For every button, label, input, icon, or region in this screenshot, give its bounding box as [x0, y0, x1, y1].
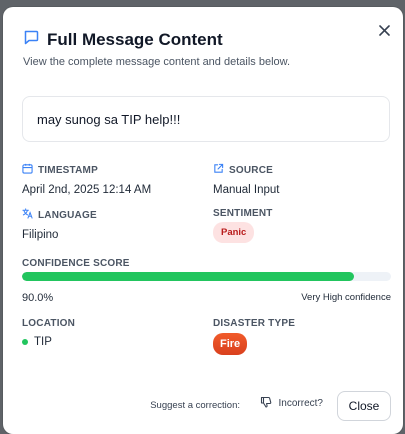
sentiment-badge: Panic: [213, 222, 255, 243]
disaster-type-field: DISASTER TYPE Fire: [213, 318, 295, 355]
message-text: may sunog sa TIP help!!!: [37, 111, 181, 127]
location-field: LOCATION TIP: [22, 318, 75, 348]
message-content-box: may sunog sa TIP help!!!: [22, 96, 390, 142]
confidence-bar: [22, 272, 391, 281]
suggest-correction-label: Suggest a correction:: [150, 400, 240, 411]
language-field: LANGUAGE Filipino: [22, 208, 97, 241]
message-dialog: Full Message Content View the complete m…: [3, 7, 403, 434]
dialog-footer: Suggest a correction: Incorrect? Close: [3, 391, 403, 421]
sentiment-label: SENTIMENT: [213, 208, 273, 219]
external-link-icon: [213, 163, 224, 177]
source-label: SOURCE: [229, 164, 273, 176]
location-label: LOCATION: [22, 318, 76, 329]
disaster-type-label: DISASTER TYPE: [213, 318, 296, 329]
confidence-bar-fill: [22, 272, 355, 281]
source-field: SOURCE Manual Input: [213, 163, 280, 196]
source-value: Manual Input: [213, 184, 280, 196]
language-value: Filipino: [22, 229, 59, 241]
timestamp-label: TIMESTAMP: [38, 164, 98, 176]
close-button[interactable]: Close: [337, 391, 391, 421]
location-value: TIP: [34, 336, 52, 348]
timestamp-field: TIMESTAMP April 2nd, 2025 12:14 AM: [22, 163, 151, 196]
timestamp-value: April 2nd, 2025 12:14 AM: [22, 184, 152, 196]
sentiment-field: SENTIMENT Panic: [213, 208, 273, 243]
incorrect-button[interactable]: Incorrect?: [260, 396, 323, 411]
disaster-type-badge: Fire: [213, 333, 248, 355]
confidence-label: CONFIDENCE SCORE: [22, 258, 130, 269]
close-icon[interactable]: [375, 21, 393, 39]
message-square-icon: [23, 29, 39, 50]
calendar-icon: [22, 163, 33, 177]
location-dot-icon: [22, 339, 28, 345]
dialog-title: Full Message Content: [47, 29, 223, 49]
confidence-value: 90.0%: [22, 292, 54, 304]
confidence-level: Very High confidence: [301, 292, 391, 303]
confidence-field: CONFIDENCE SCORE: [22, 258, 130, 269]
thumbs-down-icon: [260, 396, 272, 411]
language-label: LANGUAGE: [38, 209, 97, 221]
incorrect-label: Incorrect?: [278, 398, 323, 409]
dialog-subtitle: View the complete message content and de…: [23, 56, 291, 68]
dialog-header: Full Message Content: [23, 29, 223, 50]
translate-icon: [22, 208, 33, 222]
